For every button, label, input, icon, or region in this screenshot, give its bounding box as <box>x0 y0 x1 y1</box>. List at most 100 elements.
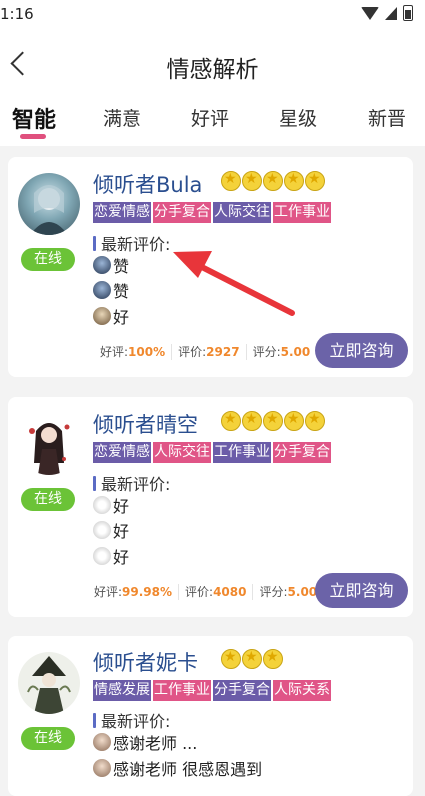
reviewer-avatar <box>93 281 111 299</box>
wifi-icon <box>361 6 379 20</box>
tab-star-level[interactable]: 星级 <box>279 104 317 131</box>
review-text: 赞 <box>113 282 130 301</box>
latest-reviews-heading: 最新评价: <box>93 471 170 495</box>
page-title: 情感解析 <box>166 57 259 83</box>
score-stat: 评分:5.00 <box>252 345 311 359</box>
star-rating <box>221 411 325 431</box>
tag-list: 恋爱情感 分手复合 人际交往 工作事业 <box>93 202 333 223</box>
review-item: 赞 <box>93 278 129 302</box>
avatar[interactable] <box>18 652 80 714</box>
reviewer-avatar <box>93 759 111 777</box>
latest-reviews-label: 最新评价: <box>101 712 171 731</box>
review-item: 好 <box>93 304 129 328</box>
star-icon <box>242 649 262 669</box>
avatar[interactable] <box>18 413 80 475</box>
tag: 人际交往 <box>153 442 211 463</box>
star-icon <box>263 411 283 431</box>
heading-bar <box>93 475 96 491</box>
tag: 恋爱情感 <box>93 202 151 223</box>
tag: 工作事业 <box>273 202 331 223</box>
star-icon <box>305 171 325 191</box>
tab-good-review[interactable]: 好评 <box>191 104 229 131</box>
tag: 情感发展 <box>93 680 151 701</box>
tab-new[interactable]: 新晋 <box>368 104 406 131</box>
star-icon <box>221 411 241 431</box>
star-icon <box>305 411 325 431</box>
praise-rate-stat: 好评:100% <box>100 344 173 360</box>
score-stat: 评分:5.00 <box>259 585 318 599</box>
heading-bar <box>93 712 96 728</box>
latest-reviews-label: 最新评价: <box>101 475 171 494</box>
listener-card[interactable]: 在线 倾听者Bula 恋爱情感 分手复合 人际交往 工作事业 最新评价: 赞 赞… <box>8 157 413 377</box>
tab-smart[interactable]: 智能 <box>12 102 56 134</box>
status-bar: 1:16 <box>0 0 425 28</box>
review-item: 感谢老师 ... <box>93 730 197 754</box>
review-count-stat: 评价:2927 <box>172 344 247 360</box>
listener-card[interactable]: 在线 倾听者妮卡 情感发展 工作事业 分手复合 人际关系 最新评价: 感谢老师 … <box>8 636 413 796</box>
avatar[interactable] <box>18 173 80 235</box>
reviewer-avatar <box>93 307 111 325</box>
tag: 恋爱情感 <box>93 442 151 463</box>
header: 情感解析 <box>0 28 425 100</box>
star-icon <box>242 171 262 191</box>
reviewer-avatar <box>93 521 111 539</box>
consult-button[interactable]: 立即咨询 <box>315 333 408 368</box>
star-icon <box>284 411 304 431</box>
tag-list: 恋爱情感 人际交往 工作事业 分手复合 <box>93 442 333 463</box>
review-item: 好 <box>93 544 129 568</box>
star-rating <box>221 171 325 191</box>
online-badge: 在线 <box>21 248 75 271</box>
signal-icon <box>385 6 397 20</box>
review-text: 好 <box>113 522 130 541</box>
active-tab-indicator <box>20 134 46 139</box>
latest-reviews-label: 最新评价: <box>101 235 171 254</box>
status-icons <box>361 5 413 21</box>
listener-name[interactable]: 倾听者妮卡 <box>93 647 198 677</box>
status-time: 1:16 <box>0 5 34 23</box>
reviewer-avatar <box>93 256 111 274</box>
review-item: 好 <box>93 518 129 542</box>
tag: 分手复合 <box>273 442 331 463</box>
review-text: 好 <box>113 548 130 567</box>
star-icon <box>221 171 241 191</box>
star-icon <box>263 649 283 669</box>
listener-name[interactable]: 倾听者晴空 <box>93 409 198 439</box>
stats-row: 好评:99.98% 评价:4080 评分:5.00 <box>94 584 323 600</box>
listener-name[interactable]: 倾听者Bula <box>93 169 202 199</box>
tab-bar: 智能 满意 好评 星级 新晋 <box>0 100 425 146</box>
star-icon <box>221 649 241 669</box>
tag: 分手复合 <box>213 680 271 701</box>
star-icon <box>263 171 283 191</box>
latest-reviews-heading: 最新评价: <box>93 231 170 255</box>
review-text: 好 <box>113 308 130 327</box>
review-text: 好 <box>113 497 130 516</box>
reviewer-avatar <box>93 547 111 565</box>
tag: 分手复合 <box>153 202 211 223</box>
tag: 人际关系 <box>273 680 331 701</box>
reviewer-avatar <box>93 733 111 751</box>
tag: 人际交往 <box>213 202 271 223</box>
review-text: 赞 <box>113 257 130 276</box>
battery-icon <box>403 5 413 21</box>
review-text: 感谢老师 ... <box>113 734 198 753</box>
consult-button[interactable]: 立即咨询 <box>315 573 408 608</box>
star-icon <box>284 171 304 191</box>
review-item: 好 <box>93 493 129 517</box>
review-item: 感谢老师 很感恩遇到 <box>93 756 262 780</box>
latest-reviews-heading: 最新评价: <box>93 708 170 732</box>
heading-bar <box>93 235 96 251</box>
tab-satisfied[interactable]: 满意 <box>103 104 141 131</box>
star-rating <box>221 649 283 669</box>
tag: 工作事业 <box>153 680 211 701</box>
tag-list: 情感发展 工作事业 分手复合 人际关系 <box>93 680 333 701</box>
praise-rate-stat: 好评:99.98% <box>94 584 180 600</box>
star-icon <box>242 411 262 431</box>
listener-card[interactable]: 在线 倾听者晴空 恋爱情感 人际交往 工作事业 分手复合 最新评价: 好 好 好… <box>8 397 413 617</box>
review-text: 感谢老师 很感恩遇到 <box>113 760 263 779</box>
online-badge: 在线 <box>21 727 75 750</box>
review-count-stat: 评价:4080 <box>179 584 254 600</box>
tag: 工作事业 <box>213 442 271 463</box>
reviewer-avatar <box>93 496 111 514</box>
stats-row: 好评:100% 评价:2927 评分:5.00 <box>100 344 316 360</box>
review-item: 赞 <box>93 253 129 277</box>
